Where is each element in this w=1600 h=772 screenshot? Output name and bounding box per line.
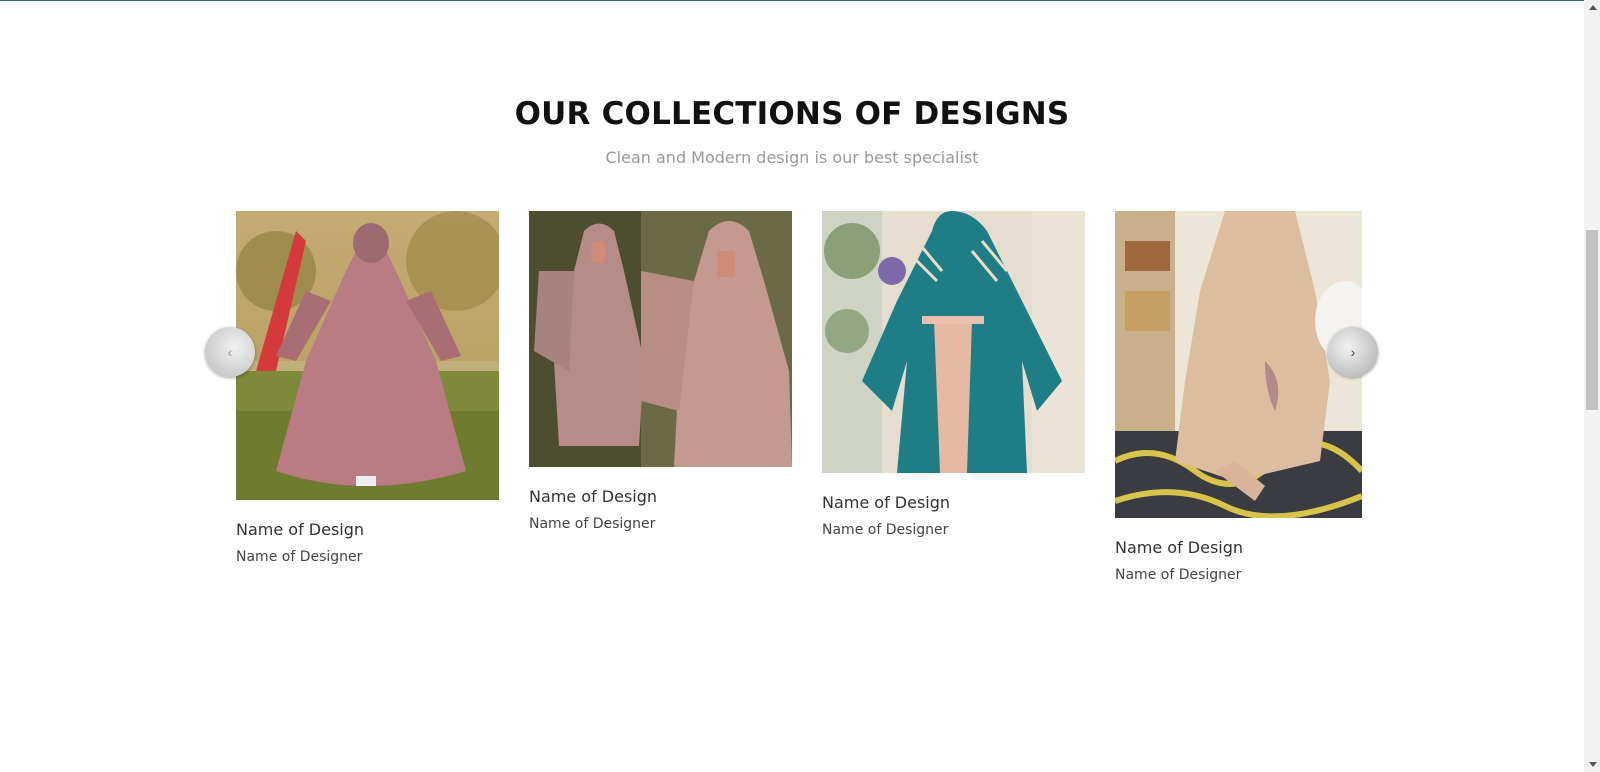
design-photo[interactable] [236,211,499,500]
section-subtitle: Clean and Modern design is our best spec… [605,148,979,167]
carousel-next-button[interactable]: › [1328,327,1378,377]
designer-name: Name of Designer [1115,567,1242,583]
carousel-prev-button[interactable]: ‹ [205,327,255,377]
abaya-photo-1 [236,211,499,500]
design-card[interactable]: Name of Design Name of Designer [1115,211,1362,583]
scroll-up-arrow-icon[interactable] [1589,5,1597,10]
design-name[interactable]: Name of Design [1115,538,1243,557]
design-name[interactable]: Name of Design [236,520,364,539]
design-name[interactable]: Name of Design [529,487,657,506]
section-title: OUR COLLECTIONS OF DESIGNS [514,96,1070,132]
chevron-left-icon: ‹ [227,344,233,360]
design-photo[interactable] [529,211,792,467]
chevron-right-icon: › [1350,344,1356,360]
abaya-photo-3 [822,211,1085,473]
scroll-down-arrow-icon[interactable] [1589,762,1597,767]
top-border-line [0,0,1584,1]
design-name[interactable]: Name of Design [822,493,950,512]
design-card[interactable]: Name of Design Name of Designer [822,211,1085,538]
designer-name: Name of Designer [529,516,656,532]
design-card[interactable]: Name of Design Name of Designer [236,211,499,565]
designer-name: Name of Designer [822,522,949,538]
design-photo[interactable] [1115,211,1362,518]
design-card[interactable]: Name of Design Name of Designer [529,211,792,532]
designer-name: Name of Designer [236,549,363,565]
design-photo[interactable] [822,211,1085,473]
abaya-photo-4 [1115,211,1362,518]
abaya-photo-2 [529,211,792,467]
scrollbar-thumb[interactable] [1586,230,1598,410]
